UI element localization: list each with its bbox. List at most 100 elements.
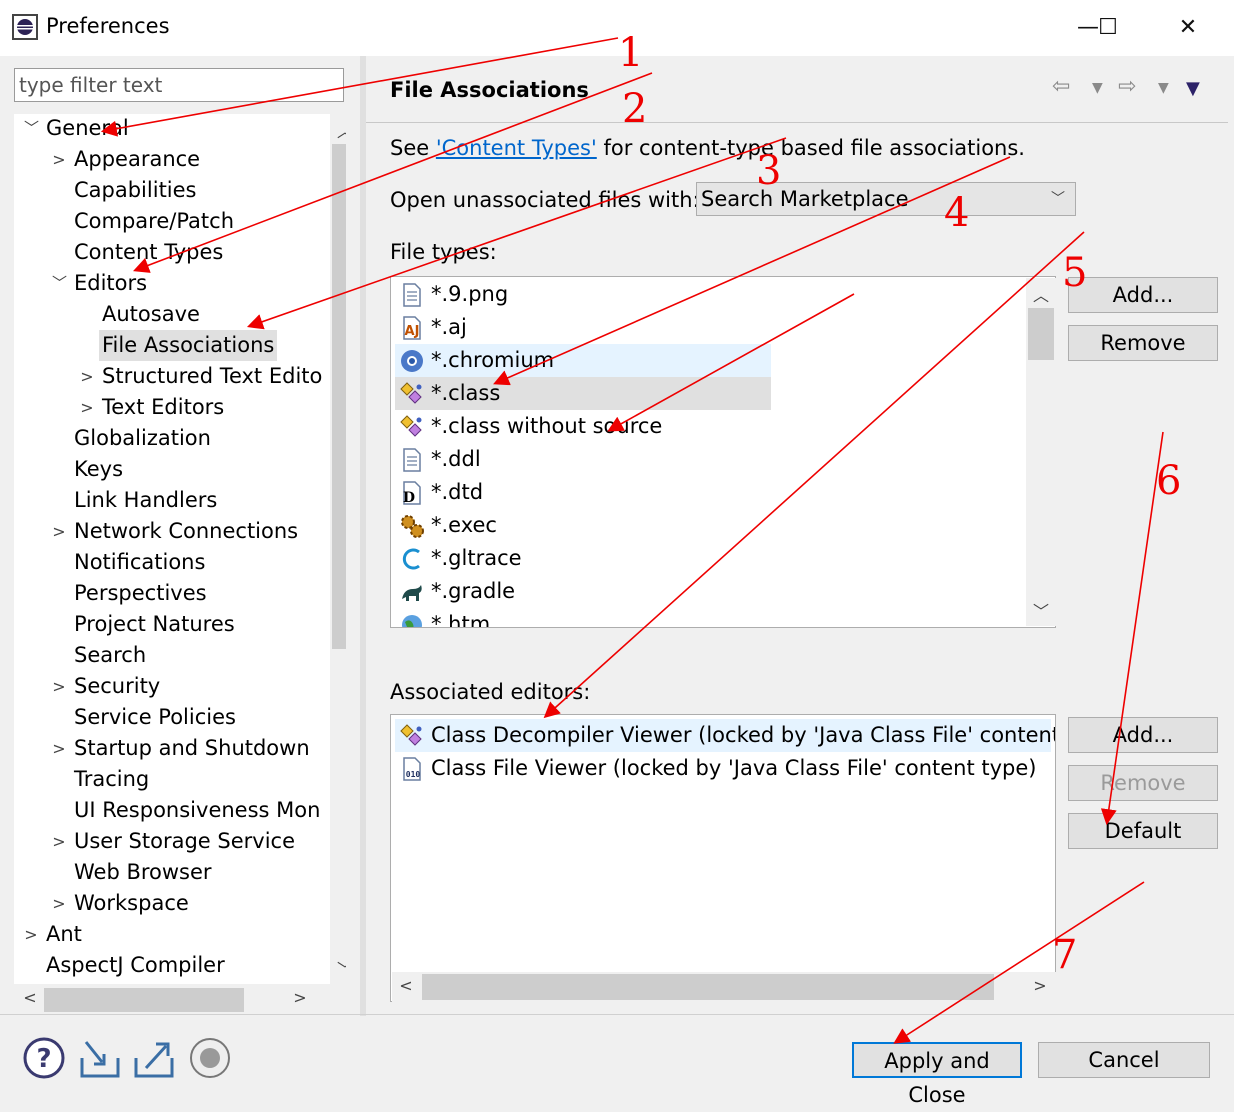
record-macro-icon[interactable]	[188, 1036, 232, 1080]
tree-item[interactable]: > Appearance	[14, 144, 330, 175]
tree-item-label: UI Responsiveness Mon	[74, 798, 321, 822]
chevron-right-icon[interactable]: >	[24, 919, 38, 950]
view-menu-icon[interactable]: ▼	[1186, 78, 1200, 99]
tree-item-label: Project Natures	[74, 612, 235, 636]
hint-prefix: See	[390, 136, 436, 160]
tree-item[interactable]: > User Storage Service	[14, 826, 330, 857]
back-arrow-icon[interactable]: ⇦	[1052, 74, 1070, 99]
content-types-link[interactable]: 'Content Types'	[436, 136, 597, 160]
help-icon[interactable]: ?	[22, 1036, 66, 1080]
file-type-row[interactable]: *.class	[395, 377, 771, 410]
tree-item[interactable]: > Text Editors	[14, 392, 330, 423]
window-title: Preferences	[46, 14, 170, 38]
scroll-up-icon[interactable]: ︿	[335, 118, 346, 142]
chevron-right-icon[interactable]: >	[52, 671, 66, 702]
chevron-right-icon[interactable]: >	[52, 826, 66, 857]
editors-scroll-thumb[interactable]	[422, 974, 994, 1000]
chevron-down-icon[interactable]: ﹀	[24, 114, 39, 144]
file-type-row[interactable]: D *.dtd	[395, 476, 771, 509]
tree-item[interactable]: > Startup and Shutdown	[14, 733, 330, 764]
file-type-label: *.aj	[431, 315, 467, 339]
file-type-label: *.class without source	[431, 414, 663, 438]
associated-editors-list[interactable]: Class Decompiler Viewer (locked by 'Java…	[390, 714, 1056, 1002]
scroll-left-icon[interactable]: <	[396, 976, 416, 995]
tree-vertical-scroll-thumb[interactable]	[332, 144, 346, 649]
associated-editor-row[interactable]: 010 Class File Viewer (locked by 'Java Cl…	[395, 752, 1051, 785]
tree-item[interactable]: > Ant	[14, 919, 330, 950]
tree-item-label: Security	[74, 674, 161, 698]
tree-item[interactable]: ﹀ Editors	[14, 268, 330, 299]
file-type-row[interactable]: *.class without source	[395, 410, 771, 443]
file-type-row[interactable]: *.9.png	[395, 278, 771, 311]
apply-and-close-button[interactable]: Apply and Close	[852, 1042, 1022, 1107]
file-type-row[interactable]: *.gradle	[395, 575, 771, 608]
tree-item[interactable]: > Structured Text Edito	[14, 361, 330, 392]
tree-item[interactable]: Service Policies	[14, 702, 330, 733]
tree-item[interactable]: > Security	[14, 671, 330, 702]
scroll-right-icon[interactable]: >	[290, 988, 310, 1007]
chevron-right-icon[interactable]: >	[52, 516, 66, 547]
scroll-left-icon[interactable]: <	[20, 988, 40, 1007]
associated-editor-label: Class Decompiler Viewer (locked by 'Java…	[431, 723, 1056, 747]
tree-item[interactable]: Tracing	[14, 764, 330, 795]
tree-item[interactable]: ﹀ General	[14, 114, 330, 144]
back-menu-chevron-icon[interactable]: ▼	[1092, 80, 1103, 96]
tree-item[interactable]: Autosave	[14, 299, 330, 330]
file-type-row[interactable]: *.chromium	[395, 344, 771, 377]
file-type-label: *.htm	[431, 612, 491, 628]
tree-item-label: Notifications	[74, 550, 206, 574]
scroll-right-icon[interactable]: >	[1030, 976, 1050, 995]
forward-menu-chevron-icon[interactable]: ▼	[1158, 80, 1169, 96]
tree-horizontal-scroll-thumb[interactable]	[44, 988, 244, 1012]
cancel-button[interactable]: Cancel	[1038, 1042, 1210, 1078]
tree-item[interactable]: AspectJ Compiler	[14, 950, 330, 981]
file-types-list[interactable]: *.9.png AJ *.aj *.chromium *.class *.class wi…	[390, 276, 1056, 628]
tree-item[interactable]: Compare/Patch	[14, 206, 330, 237]
tree-item[interactable]: Keys	[14, 454, 330, 485]
tree-item[interactable]: Content Types	[14, 237, 330, 268]
file-type-row[interactable]: *.htm	[395, 608, 771, 628]
file-type-row[interactable]: *.exec	[395, 509, 771, 542]
file-type-row[interactable]: *.ddl	[395, 443, 771, 476]
tree-item[interactable]: > Workspace	[14, 888, 330, 919]
tree-item[interactable]: Perspectives	[14, 578, 330, 609]
tree-item[interactable]: > Network Connections	[14, 516, 330, 547]
tree-item[interactable]: Notifications	[14, 547, 330, 578]
tree-item[interactable]: Search	[14, 640, 330, 671]
tree-item[interactable]: Capabilities	[14, 175, 330, 206]
file-type-add-button[interactable]: Add...	[1068, 277, 1218, 313]
associated-editor-row[interactable]: Class Decompiler Viewer (locked by 'Java…	[395, 719, 1055, 752]
tree-item[interactable]: Link Handlers	[14, 485, 330, 516]
file-type-remove-button[interactable]: Remove	[1068, 325, 1218, 361]
maximize-button[interactable]: ☐	[1086, 10, 1130, 46]
svg-text:D: D	[403, 490, 415, 506]
file-type-row[interactable]: *.gltrace	[395, 542, 771, 575]
file-types-scroll-thumb[interactable]	[1028, 308, 1054, 360]
forward-arrow-icon[interactable]: ⇨	[1118, 74, 1136, 99]
editor-remove-button[interactable]: Remove	[1068, 765, 1218, 801]
filter-input[interactable]	[14, 68, 344, 102]
preferences-tree[interactable]: ﹀ General > Appearance Capabilities Compare/P…	[14, 114, 346, 1016]
tree-item[interactable]: Globalization	[14, 423, 330, 454]
scroll-down-icon[interactable]: ﹀	[1031, 598, 1051, 622]
editor-add-button[interactable]: Add...	[1068, 717, 1218, 753]
file-type-row[interactable]: AJ *.aj	[395, 311, 771, 344]
tree-item[interactable]: File Associations	[14, 330, 330, 361]
export-icon[interactable]	[132, 1036, 176, 1080]
chevron-down-icon[interactable]: ﹀	[52, 268, 67, 299]
editor-default-button[interactable]: Default	[1068, 813, 1218, 849]
chevron-right-icon[interactable]: >	[52, 888, 66, 919]
tree-item[interactable]: Web Browser	[14, 857, 330, 888]
import-icon[interactable]	[78, 1036, 122, 1080]
chevron-right-icon[interactable]: >	[80, 392, 94, 423]
scroll-up-icon[interactable]: ︿	[1031, 282, 1051, 306]
chevron-right-icon[interactable]: >	[52, 144, 66, 175]
open-unassociated-select[interactable]: Search Marketplace ﹀	[696, 182, 1076, 216]
tree-item[interactable]: Project Natures	[14, 609, 330, 640]
chevron-right-icon[interactable]: >	[52, 733, 66, 764]
close-button[interactable]: ✕	[1166, 10, 1210, 46]
panel-sash[interactable]	[360, 56, 366, 1016]
chevron-right-icon[interactable]: >	[80, 361, 94, 392]
scroll-down-icon[interactable]: ﹀	[335, 956, 346, 980]
tree-item[interactable]: UI Responsiveness Mon	[14, 795, 330, 826]
